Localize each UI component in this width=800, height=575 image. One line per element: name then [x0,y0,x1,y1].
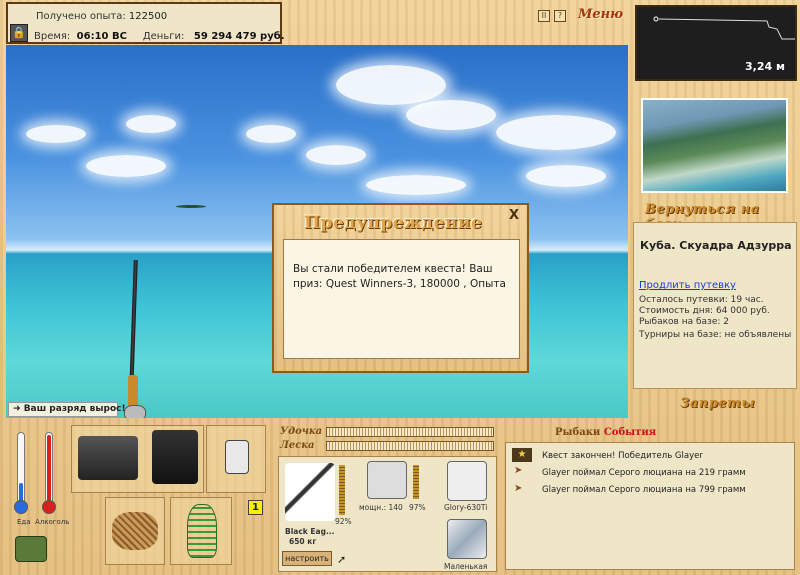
extend-voucher-link[interactable]: Продлить путевку [639,280,736,291]
menu-controls: II ? [538,10,566,22]
basket-icon [112,512,158,550]
food-label: Еда [17,518,31,526]
fishers-tab[interactable]: Рыбаки [555,427,600,438]
list-item: Glayer поймал Серого люциана на 799 грам… [542,485,746,495]
fishers-count: Рыбаков на базе: 2 [639,317,729,327]
list-item: Квест закончен! Победитель Glayer [542,451,703,461]
dialog-message: Вы стали победителем квеста! Ваш приз: Q… [283,239,520,359]
reel-durability [413,465,419,499]
day-cost: Стоимость дня: 64 000 руб. [639,306,770,316]
tune-button[interactable]: настроить [282,551,332,566]
spoon-icon[interactable] [447,519,487,559]
pause-button[interactable]: II [538,10,550,22]
inventory-slot-basket[interactable] [105,497,165,565]
depth-value: 3,24 м [745,60,785,73]
thermometers: Еда Алкоголь [8,428,70,526]
stats-panel: 🔒 Получено опыта: 122500 Время: 06:10 ВС… [6,2,285,44]
events-panel: Рыбаки События ★ Квест закончен! Победит… [503,422,797,572]
reel-power: мощн.: 140 [359,503,403,512]
reel [124,405,146,418]
arrow-right-icon: ➜ [13,404,21,414]
star-icon: ★ [512,448,532,462]
rank-up-banner[interactable]: ➜ Ваш разряд вырос! [8,402,126,417]
events-list: ★ Квест закончен! Победитель Glayer ➤ Gl… [505,442,795,570]
rank-up-text: Ваш разряд вырос! [23,404,126,414]
list-item: Glayer поймал Серого люциана на 219 грам… [542,468,746,478]
lure2-name: Маленькая [444,562,488,571]
alcohol-bulb [42,500,56,514]
depth-map: 3,24 м [635,5,797,81]
events-title: Рыбаки События [555,427,656,438]
rod-weight: 650 кг [289,537,317,546]
rod-durability [339,465,345,515]
dialog-title: Предупреждение [304,213,483,233]
fish-icon: ➤ [514,465,523,476]
keepnet-icon [187,504,217,558]
menu-button[interactable]: Меню [578,7,623,22]
lock-icon[interactable]: 🔒 [10,24,28,42]
reel-percent: 97% [409,503,426,512]
food-bulb [14,500,28,514]
money-label: Деньги: [142,31,185,42]
money-value: 59 294 479 руб. [193,31,285,42]
alcohol-label: Алкоголь [35,518,70,526]
base-info-panel: Куба. Скуадра Адзурра Продлить путевку О… [633,222,797,389]
line-label: Леска [280,440,315,451]
base-photo [641,98,788,193]
fish-icon: ➤ [514,483,523,494]
exp-label: Получено опыта: [36,11,126,22]
inventory-slot-device[interactable] [206,425,266,493]
tournaments: Турниры на базе: не объявлены [639,330,792,340]
island [176,205,206,208]
food-thermometer [17,432,25,504]
bans-button[interactable]: Запреты [680,396,755,411]
events-tab[interactable]: События [604,427,656,438]
rod-name: Black Eag... [285,527,335,536]
line-bar [326,441,494,451]
rod-label: Удочка [280,426,323,437]
inventory-slot-bags[interactable] [71,425,204,493]
base-name: Куба. Скуадра Адзурра [640,239,792,252]
rod-percent: 92% [335,517,352,526]
tackle-bag-icon [78,436,138,480]
time-label: Время: [34,31,71,42]
help-button[interactable]: ? [554,10,566,22]
inventory-slot-net[interactable] [170,497,232,565]
lure1-name: Glory-630Ti [444,503,488,512]
exp-value: 122500 [128,11,168,22]
lure-icon[interactable] [447,461,487,501]
warning-dialog: Предупреждение X Вы стали победителем кв… [272,203,529,373]
rig-slots: 92% Black Eag... 650 кг настроить ➚ мощн… [278,456,497,572]
alcohol-thermometer [45,432,53,504]
time-value: 06:10 ВС [76,31,127,42]
arrow-icon: ➚ [337,553,347,566]
count-badge: 1 [248,500,263,515]
rod-icon[interactable] [285,463,335,521]
close-icon[interactable]: X [507,209,521,223]
reel-icon[interactable] [367,461,407,499]
backpack-icon [152,430,198,484]
bag-icon[interactable] [15,536,47,562]
sonar-icon [225,440,249,474]
voucher-remaining: Осталось путевки: 19 час. [639,295,764,305]
rig-panel: Удочка Леска 92% Black Eag... 650 кг нас… [278,422,497,572]
rod-bar [326,427,494,437]
